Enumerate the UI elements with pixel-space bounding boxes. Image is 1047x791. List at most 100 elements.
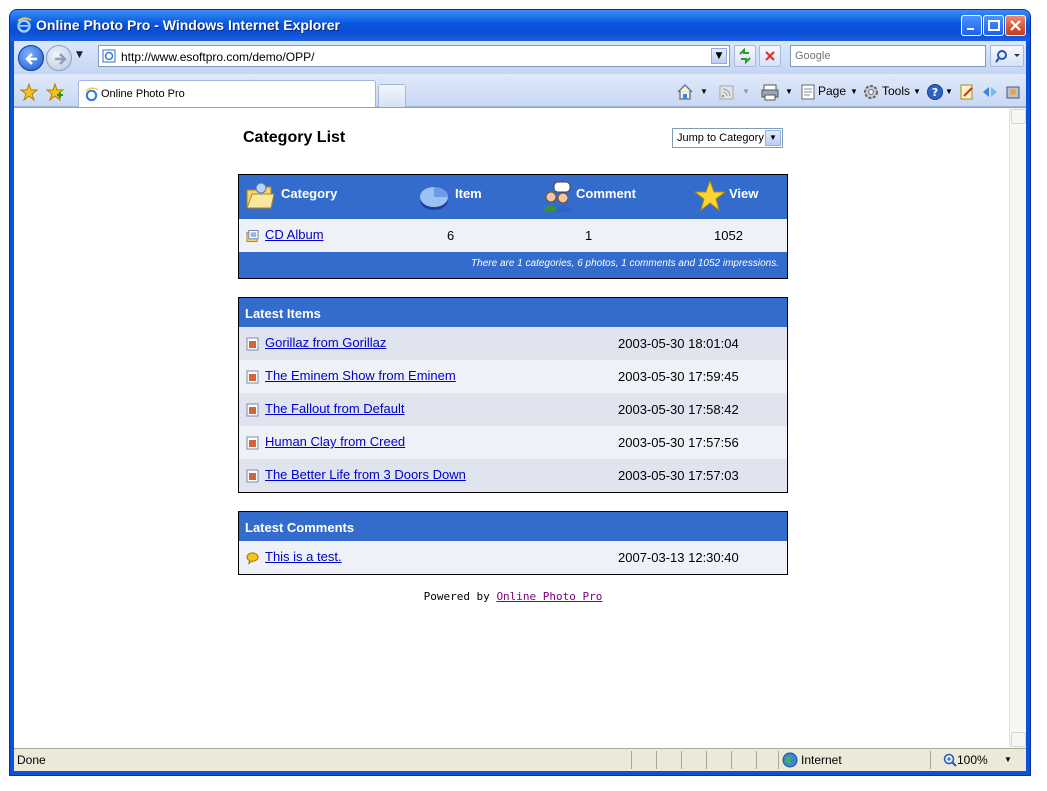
research-icon[interactable] bbox=[958, 83, 976, 101]
latest-item-link[interactable]: The Fallout from Default bbox=[265, 401, 404, 416]
latest-comment-row: This is a test. 2007-03-13 12:30:40 bbox=[239, 541, 787, 574]
blog-this-icon[interactable] bbox=[981, 83, 999, 101]
header-category: Category bbox=[281, 186, 338, 201]
new-tab-button[interactable] bbox=[378, 84, 406, 108]
favorites-star-icon[interactable] bbox=[20, 83, 38, 101]
category-table-header: Category Item Comment View bbox=[239, 175, 787, 219]
scroll-down-button[interactable] bbox=[1011, 732, 1026, 747]
comment-people-icon bbox=[543, 181, 572, 212]
powered-by-link[interactable]: Online Photo Pro bbox=[496, 590, 602, 603]
search-icon bbox=[995, 50, 1020, 63]
browser-window: Online Photo Pro - Windows Internet Expl… bbox=[9, 9, 1031, 776]
latest-item-link[interactable]: The Eminem Show from Eminem bbox=[265, 368, 456, 383]
photo-file-icon bbox=[246, 370, 259, 384]
stop-button[interactable] bbox=[759, 45, 781, 67]
powered-by: Powered by Online Photo Pro bbox=[238, 590, 788, 603]
close-button[interactable] bbox=[1005, 15, 1026, 36]
latest-item-link[interactable]: Human Clay from Creed bbox=[265, 434, 405, 449]
jump-to-category-select[interactable]: Jump to Category ▼ bbox=[672, 128, 783, 148]
category-folder-icon bbox=[246, 182, 275, 209]
globe-icon bbox=[782, 752, 798, 768]
help-dropdown-icon[interactable]: ▼ bbox=[945, 87, 953, 96]
latest-item-date: 2003-05-30 17:57:03 bbox=[618, 468, 739, 483]
ie-logo-icon bbox=[17, 17, 32, 33]
status-divider bbox=[731, 751, 732, 769]
zoom-dropdown-icon[interactable]: ▼ bbox=[1004, 755, 1012, 764]
status-divider bbox=[656, 751, 657, 769]
home-icon[interactable] bbox=[676, 83, 694, 101]
status-divider bbox=[756, 751, 757, 769]
vertical-scrollbar[interactable] bbox=[1009, 108, 1026, 748]
page-menu[interactable]: Page bbox=[818, 84, 846, 98]
latest-item-date: 2003-05-30 17:57:56 bbox=[618, 435, 739, 450]
tab-online-photo-pro[interactable]: Online Photo Pro bbox=[78, 80, 376, 108]
status-divider bbox=[631, 751, 632, 769]
stop-icon bbox=[765, 51, 775, 61]
arrow-left-icon bbox=[25, 53, 37, 65]
category-comment-count: 1 bbox=[585, 228, 593, 243]
home-dropdown-icon[interactable]: ▼ bbox=[700, 87, 708, 96]
item-pie-icon bbox=[420, 187, 448, 210]
maximize-icon bbox=[988, 20, 1000, 31]
tools-dropdown-icon[interactable]: ▼ bbox=[913, 87, 921, 96]
category-link[interactable]: CD Album bbox=[265, 227, 324, 242]
window-title: Online Photo Pro - Windows Internet Expl… bbox=[36, 17, 341, 33]
latest-item-row: The Eminem Show from Eminem 2003-05-30 1… bbox=[239, 360, 787, 393]
maximize-button[interactable] bbox=[983, 15, 1004, 36]
tools-menu[interactable]: Tools bbox=[882, 84, 910, 98]
latest-items-header: Latest Items bbox=[239, 298, 787, 327]
latest-comments-table: Latest Comments This is a test. 2007-03-… bbox=[238, 511, 788, 575]
feeds-icon[interactable] bbox=[718, 83, 736, 101]
status-bar: Done Internet 100% ▼ bbox=[14, 748, 1026, 771]
browser-client: ▼ http://www.esoftpro.com/demo/OPP/ ▼ Go… bbox=[14, 41, 1026, 771]
close-icon bbox=[1010, 20, 1021, 31]
category-item-count: 6 bbox=[447, 228, 455, 243]
powered-by-label: Powered by bbox=[423, 590, 490, 603]
latest-comment-link[interactable]: This is a test. bbox=[265, 549, 342, 564]
jump-to-category-label: Jump to Category bbox=[677, 132, 764, 144]
status-divider bbox=[706, 751, 707, 769]
address-box[interactable]: http://www.esoftpro.com/demo/OPP/ ▼ bbox=[98, 45, 730, 67]
latest-item-row: The Better Life from 3 Doors Down 2003-0… bbox=[239, 459, 787, 492]
search-box[interactable] bbox=[790, 45, 986, 67]
messenger-icon[interactable] bbox=[1004, 83, 1022, 101]
print-icon[interactable] bbox=[760, 83, 780, 101]
back-button[interactable] bbox=[18, 45, 44, 71]
latest-item-link[interactable]: The Better Life from 3 Doors Down bbox=[265, 467, 466, 482]
page-dropdown-icon[interactable]: ▼ bbox=[850, 87, 858, 96]
help-icon[interactable]: ? bbox=[926, 83, 944, 101]
header-comment: Comment bbox=[576, 186, 636, 201]
feeds-dropdown-icon[interactable]: ▼ bbox=[742, 87, 750, 96]
status-text: Done bbox=[17, 753, 46, 767]
zoom-icon bbox=[943, 753, 957, 767]
search-button[interactable] bbox=[990, 45, 1024, 67]
scroll-up-button[interactable] bbox=[1011, 109, 1026, 124]
add-favorite-icon[interactable] bbox=[46, 83, 64, 101]
forward-button[interactable] bbox=[46, 45, 72, 71]
refresh-button[interactable] bbox=[734, 45, 756, 67]
category-table: Category Item Comment View CD Album 6 1 … bbox=[238, 174, 788, 279]
photo-file-icon bbox=[246, 436, 259, 450]
zoom-level[interactable]: 100% bbox=[957, 753, 988, 767]
minimize-button[interactable] bbox=[961, 15, 982, 36]
page-icon bbox=[102, 49, 116, 63]
address-url[interactable]: http://www.esoftpro.com/demo/OPP/ bbox=[121, 50, 314, 64]
latest-item-date: 2003-05-30 18:01:04 bbox=[618, 336, 739, 351]
page-title: Category List bbox=[243, 129, 346, 146]
status-divider bbox=[681, 751, 682, 769]
album-icon bbox=[246, 229, 259, 243]
address-dropdown-button[interactable]: ▼ bbox=[711, 48, 727, 64]
chevron-down-icon: ▼ bbox=[765, 130, 781, 146]
print-dropdown-icon[interactable]: ▼ bbox=[785, 87, 793, 96]
search-input[interactable] bbox=[791, 46, 985, 66]
arrow-right-icon bbox=[55, 53, 67, 65]
web-content: Category List Jump to Category ▼ Categor… bbox=[14, 107, 1026, 748]
ie-page-icon bbox=[85, 87, 99, 102]
minimize-icon bbox=[967, 28, 974, 30]
security-zone[interactable]: Internet bbox=[801, 753, 842, 767]
status-divider bbox=[930, 751, 931, 769]
history-dropdown-icon[interactable]: ▼ bbox=[76, 50, 83, 60]
latest-item-date: 2003-05-30 17:59:45 bbox=[618, 369, 739, 384]
latest-item-link[interactable]: Gorillaz from Gorillaz bbox=[265, 335, 386, 350]
latest-items-table: Latest Items Gorillaz from Gorillaz 2003… bbox=[238, 297, 788, 493]
